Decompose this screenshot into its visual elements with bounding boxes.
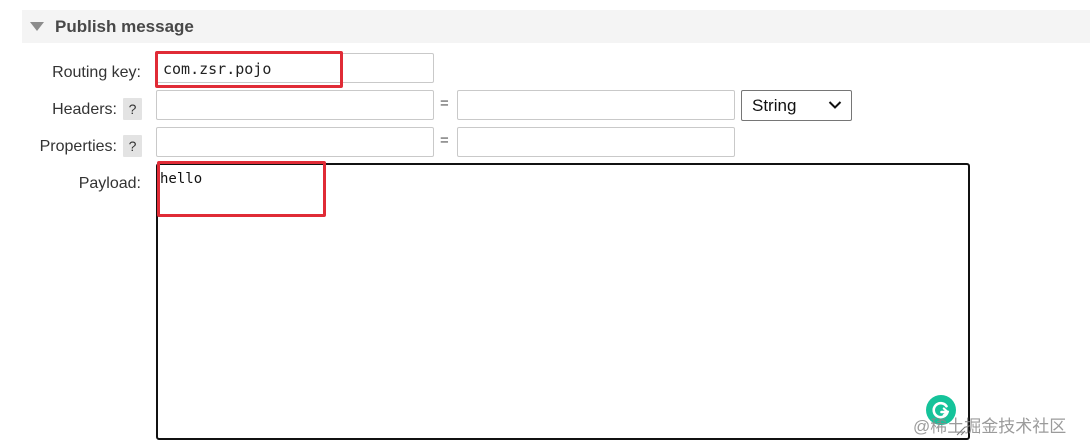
properties-equals-sign: = — [440, 132, 449, 149]
chevron-down-icon — [828, 101, 842, 109]
header-key-input[interactable] — [156, 90, 434, 120]
payload-textarea[interactable]: hello — [156, 163, 970, 440]
headers-help-button[interactable]: ? — [123, 98, 142, 120]
payload-value: hello — [160, 171, 203, 187]
headers-equals-sign: = — [440, 95, 449, 112]
header-type-selected: String — [752, 96, 797, 115]
header-value-input[interactable] — [457, 90, 735, 120]
property-key-input[interactable] — [156, 127, 434, 157]
header-type-select[interactable]: String — [741, 90, 852, 121]
routing-key-input[interactable]: com.zsr.pojo — [156, 53, 434, 83]
headers-label: Headers: — [52, 101, 117, 118]
properties-label: Properties: — [39, 138, 117, 155]
collapse-triangle-icon[interactable] — [30, 22, 44, 31]
routing-key-value: com.zsr.pojo — [163, 60, 272, 78]
watermark: @稀土掘金技术社区 — [913, 417, 1067, 436]
payload-label: Payload: — [78, 175, 141, 192]
routing-key-label: Routing key: — [52, 64, 141, 81]
section-title: Publish message — [55, 17, 194, 36]
properties-help-button[interactable]: ? — [123, 135, 142, 157]
publish-message-header[interactable]: Publish message — [22, 10, 1090, 43]
property-value-input[interactable] — [457, 127, 735, 157]
